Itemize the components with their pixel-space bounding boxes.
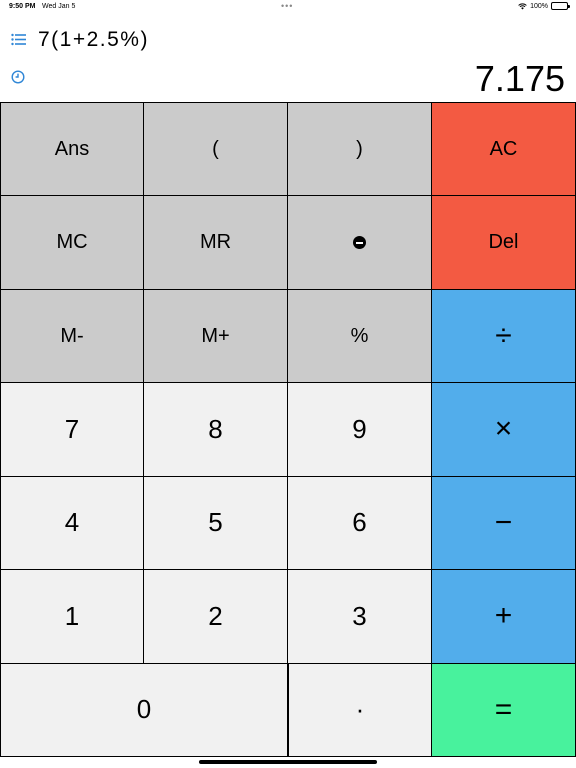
list-icon[interactable] [11,33,26,46]
multitasking-dots[interactable]: ••• [281,1,293,11]
negate-button[interactable] [288,196,432,290]
digit-6-button[interactable]: 6 [288,476,432,571]
status-time: 9:50 PM [9,3,36,10]
digit-0-button[interactable]: 0 [0,663,288,757]
battery-percent: 100% [530,2,548,10]
open-paren-button[interactable]: ( [144,103,288,197]
keypad: Ans ( ) AC MC MR Del M- M+ % ÷ 7 8 9 × 4… [0,102,576,757]
equals-button[interactable]: = [432,663,576,757]
digit-4-button[interactable]: 4 [0,476,144,571]
digit-3-button[interactable]: 3 [288,570,432,664]
divide-button[interactable]: ÷ [432,289,576,384]
digit-1-button[interactable]: 1 [0,570,144,664]
all-clear-button[interactable]: AC [432,103,576,197]
memory-add-button[interactable]: M+ [144,289,288,384]
status-date: Wed Jan 5 [42,3,76,10]
status-bar: 9:50 PM Wed Jan 5 ••• 100% [0,0,576,14]
close-paren-button[interactable]: ) [288,103,432,197]
memory-subtract-button[interactable]: M- [0,289,144,384]
home-indicator[interactable] [199,760,377,764]
memory-clear-button[interactable]: MC [0,196,144,290]
digit-7-button[interactable]: 7 [0,383,144,477]
memory-recall-button[interactable]: MR [144,196,288,290]
status-right: 100% [518,2,570,10]
expression-display: 7(1+2.5%) [38,28,149,51]
result-display: 7.175 [474,58,565,99]
battery-icon [551,2,570,10]
negate-icon [353,236,366,250]
ans-button[interactable]: Ans [0,103,144,197]
percent-button[interactable]: % [288,289,432,384]
digit-8-button[interactable]: 8 [144,383,288,477]
digit-2-button[interactable]: 2 [144,570,288,664]
add-button[interactable]: + [432,570,576,664]
delete-button[interactable]: Del [432,196,576,290]
multiply-button[interactable]: × [432,383,576,477]
digit-9-button[interactable]: 9 [288,383,432,477]
decimal-point-button[interactable]: · [288,663,432,757]
clock-icon[interactable] [11,70,25,84]
digit-5-button[interactable]: 5 [144,476,288,571]
subtract-button[interactable]: − [432,476,576,571]
wifi-icon [518,2,527,9]
